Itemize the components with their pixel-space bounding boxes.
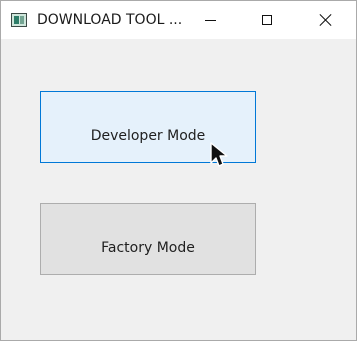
download-tool-window: DOWNLOAD TOOL ... Developer Mode Factory… xyxy=(0,0,357,341)
maximize-button[interactable] xyxy=(244,1,290,39)
minimize-button[interactable] xyxy=(187,1,233,39)
window-client-area: Developer Mode Factory Mode xyxy=(1,39,356,340)
factory-mode-button[interactable]: Factory Mode xyxy=(40,203,256,275)
close-icon xyxy=(320,14,332,26)
developer-mode-button[interactable]: Developer Mode xyxy=(40,91,256,163)
minimize-icon xyxy=(204,19,216,21)
app-window-icon xyxy=(11,13,27,27)
close-button[interactable] xyxy=(303,1,349,39)
window-title: DOWNLOAD TOOL ... xyxy=(37,12,182,28)
window-titlebar[interactable]: DOWNLOAD TOOL ... xyxy=(1,1,356,39)
maximize-icon xyxy=(262,15,272,25)
